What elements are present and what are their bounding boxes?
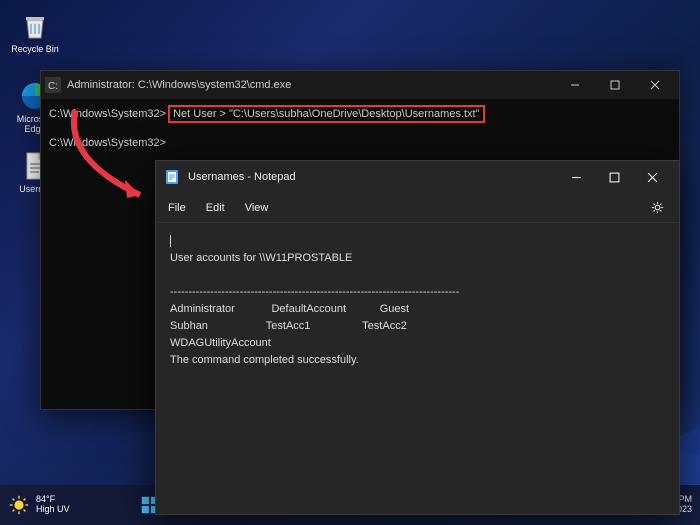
notepad-text-area[interactable]: User accounts for \\W11PROSTABLE -------…	[156, 223, 679, 379]
recycle-bin-icon	[19, 10, 51, 42]
weather-condition: High UV	[36, 505, 70, 515]
close-button[interactable]	[633, 161, 671, 193]
desktop-icon-label: Recycle Bin	[10, 44, 60, 54]
text-cursor	[170, 235, 171, 247]
minimize-button[interactable]	[555, 71, 595, 99]
cmd-prompt: C:\Windows\System32>	[49, 137, 166, 149]
svg-text:C:: C:	[48, 81, 58, 92]
weather-icon	[8, 494, 30, 516]
desktop-icon-recycle-bin[interactable]: Recycle Bin	[10, 10, 60, 54]
settings-button[interactable]	[647, 200, 667, 215]
notepad-titlebar[interactable]: Usernames - Notepad	[156, 161, 679, 193]
notepad-menubar: File Edit View	[156, 193, 679, 223]
notepad-content: User accounts for \\W11PROSTABLE -------…	[170, 252, 459, 366]
minimize-button[interactable]	[557, 161, 595, 193]
menu-file[interactable]: File	[168, 202, 186, 214]
close-button[interactable]	[635, 71, 675, 99]
maximize-button[interactable]	[595, 161, 633, 193]
notepad-window[interactable]: Usernames - Notepad File Edit View User …	[155, 160, 680, 515]
cmd-icon: C:	[45, 77, 61, 93]
menu-edit[interactable]: Edit	[206, 202, 225, 214]
gear-icon	[650, 200, 665, 215]
menu-view[interactable]: View	[245, 202, 269, 214]
cmd-prompt: C:\Windows\System32>	[49, 108, 166, 120]
maximize-button[interactable]	[595, 71, 635, 99]
notepad-icon	[164, 169, 180, 185]
notepad-title-text: Usernames - Notepad	[188, 171, 296, 183]
cmd-body[interactable]: C:\Windows\System32>Net User > "C:\Users…	[41, 99, 679, 155]
cmd-titlebar[interactable]: C: Administrator: C:\Windows\system32\cm…	[41, 71, 679, 99]
cmd-title-text: Administrator: C:\Windows\system32\cmd.e…	[67, 79, 291, 91]
highlighted-command: Net User > "C:\Users\subha\OneDrive\Desk…	[168, 105, 484, 123]
weather-widget[interactable]: 84°F High UV	[8, 494, 70, 516]
